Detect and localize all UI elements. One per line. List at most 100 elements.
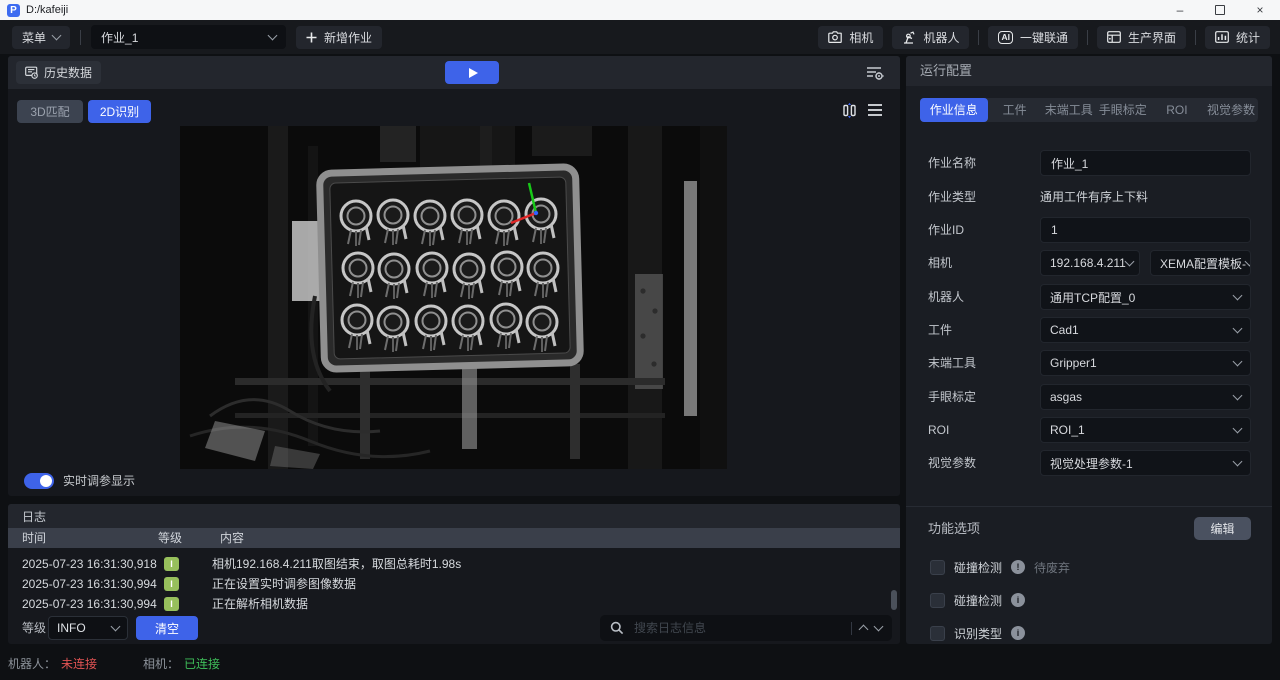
job-type-value: 通用工件有序上下料	[1040, 190, 1149, 204]
menu-list-icon[interactable]	[867, 103, 883, 117]
divider	[80, 29, 82, 45]
minimize-button[interactable]: –	[1160, 0, 1200, 20]
edit-button[interactable]: 编辑	[1194, 517, 1251, 540]
log-level-badge: I	[164, 557, 179, 571]
collision-legacy-checkbox[interactable]	[930, 559, 945, 575]
close-button[interactable]: ×	[1240, 0, 1280, 20]
chevron-down-icon	[267, 30, 278, 41]
divider	[851, 621, 852, 635]
chevron-down-icon	[1232, 290, 1243, 301]
divider	[978, 29, 980, 45]
ai-icon: AI	[998, 30, 1013, 44]
chevron-down-icon	[1232, 456, 1243, 467]
recognition-type-checkbox[interactable]	[930, 625, 945, 641]
info-icon: i	[1011, 626, 1026, 640]
hand-eye-field-label: 手眼标定	[928, 390, 977, 404]
divider	[1194, 29, 1196, 45]
divider	[1086, 29, 1088, 45]
main-menu-button[interactable]: 菜单	[12, 25, 71, 49]
tab-3d-match[interactable]: 3D匹配	[17, 100, 83, 123]
statistics-button[interactable]: 统计	[1204, 25, 1270, 49]
camera-ip-value: 192.168.4.211	[1050, 256, 1126, 270]
tab-2d-recognition[interactable]: 2D识别	[88, 100, 151, 123]
hand-eye-select[interactable]: asgas	[1040, 384, 1251, 410]
log-scrollbar[interactable]	[891, 590, 897, 610]
menu-bar: 菜单 作业_1 新增作业 相机 机器人 AI 一键联通 生产界面 统计	[0, 20, 1280, 54]
new-job-button[interactable]: 新增作业	[296, 25, 383, 49]
log-row[interactable]: 2025-07-23 16:31:30,918 I 相机192.168.4.21…	[8, 554, 900, 574]
end-tool-select-value: Gripper1	[1050, 356, 1097, 370]
log-level-badge: I	[164, 577, 179, 591]
field-row-workpiece: 工件 Cad1	[906, 317, 1272, 343]
workpiece-select-value: Cad1	[1050, 323, 1079, 337]
maximize-button[interactable]	[1200, 0, 1240, 20]
log-level-select[interactable]: INFO	[48, 616, 128, 640]
log-row[interactable]: 2025-07-23 16:31:30,994 I 正在解析相机数据	[8, 594, 900, 614]
history-data-button[interactable]: 历史数据	[16, 61, 102, 84]
restore-icon	[1215, 5, 1225, 15]
chevron-down-icon	[110, 621, 121, 632]
robot-status-value: 未连接	[61, 656, 98, 671]
log-col-time: 时间	[22, 531, 47, 545]
window-controls: – ×	[1160, 0, 1280, 20]
compare-view-icon[interactable]	[841, 102, 858, 119]
log-content: 正在设置实时调参图像数据	[212, 577, 357, 591]
tab-workpiece[interactable]: 工件	[988, 98, 1042, 122]
camera-image-view[interactable]	[180, 126, 727, 469]
field-row-hand-eye: 手眼标定 asgas	[906, 384, 1272, 410]
option-row-collision: 碰撞检测 i	[930, 590, 1026, 610]
end-tool-select[interactable]: Gripper1	[1040, 350, 1251, 376]
job-id-label: 作业ID	[928, 223, 965, 237]
end-tool-field-label: 末端工具	[928, 356, 977, 370]
menu-bar-left: 菜单 作业_1 新增作业	[12, 25, 383, 49]
job-id-input[interactable]	[1040, 217, 1251, 243]
collision-checkbox[interactable]	[930, 592, 945, 608]
vision-params-select[interactable]: 视觉处理参数-1	[1040, 450, 1251, 476]
run-play-button[interactable]	[445, 61, 499, 84]
field-row-robot: 机器人 通用TCP配置_0	[906, 284, 1272, 310]
recognition-type-label: 识别类型	[954, 626, 1003, 641]
tab-vision-params[interactable]: 视觉参数	[1204, 98, 1258, 122]
robot-field-label: 机器人	[928, 290, 965, 304]
tab-roi[interactable]: ROI	[1150, 98, 1204, 122]
log-filter-settings-icon[interactable]	[866, 65, 884, 81]
log-time: 2025-07-23 16:31:30,994	[22, 577, 157, 591]
title-bar: P D:/kafeiji – ×	[0, 0, 1280, 20]
log-time: 2025-07-23 16:31:30,994	[22, 597, 157, 611]
tab-hand-eye-calib[interactable]: 手眼标定	[1096, 98, 1150, 122]
camera-image	[180, 126, 727, 469]
info-icon: i	[1011, 593, 1026, 607]
log-search-input[interactable]	[632, 620, 843, 636]
production-grid-icon	[1107, 31, 1121, 43]
app-window: P D:/kafeiji – × 菜单 作业_1 新增作业 相机 机器人 AI …	[0, 0, 1280, 680]
run-config-title: 运行配置	[920, 63, 973, 78]
chevron-down-icon	[1232, 423, 1243, 434]
field-row-job-name: 作业名称	[906, 150, 1272, 176]
job-select-dropdown[interactable]: 作业_1	[91, 25, 287, 49]
camera-button[interactable]: 相机	[818, 25, 884, 49]
toggle-knob	[40, 474, 52, 487]
main-menu-label: 菜单	[22, 30, 47, 45]
tab-end-tool[interactable]: 末端工具	[1042, 98, 1096, 122]
live-tuning-toggle[interactable]	[24, 472, 54, 489]
search-next-icon[interactable]	[873, 621, 884, 632]
robot-select[interactable]: 通用TCP配置_0	[1040, 284, 1251, 310]
job-name-input[interactable]	[1040, 150, 1251, 176]
camera-ip-select[interactable]: 192.168.4.211	[1040, 250, 1140, 276]
production-ui-button[interactable]: 生产界面	[1096, 25, 1186, 49]
history-data-icon	[25, 66, 38, 79]
run-config-header: 运行配置	[906, 56, 1272, 86]
log-row[interactable]: 2025-07-23 16:31:30,994 I 正在设置实时调参图像数据	[8, 574, 900, 594]
one-key-link-button[interactable]: AI 一键联通	[988, 25, 1078, 49]
search-prev-icon[interactable]	[858, 624, 869, 635]
roi-select[interactable]: ROI_1	[1040, 417, 1251, 443]
log-level-badge: I	[164, 597, 179, 611]
camera-field-label: 相机	[928, 256, 953, 270]
log-clear-button[interactable]: 清空	[136, 616, 198, 640]
robot-button[interactable]: 机器人	[892, 25, 970, 49]
workpiece-select[interactable]: Cad1	[1040, 317, 1251, 343]
field-row-roi: ROI ROI_1	[906, 417, 1272, 443]
pose-origin	[533, 210, 539, 216]
camera-template-select[interactable]: XEMA配置模板-	[1150, 250, 1251, 276]
tab-job-info[interactable]: 作业信息	[920, 98, 988, 122]
